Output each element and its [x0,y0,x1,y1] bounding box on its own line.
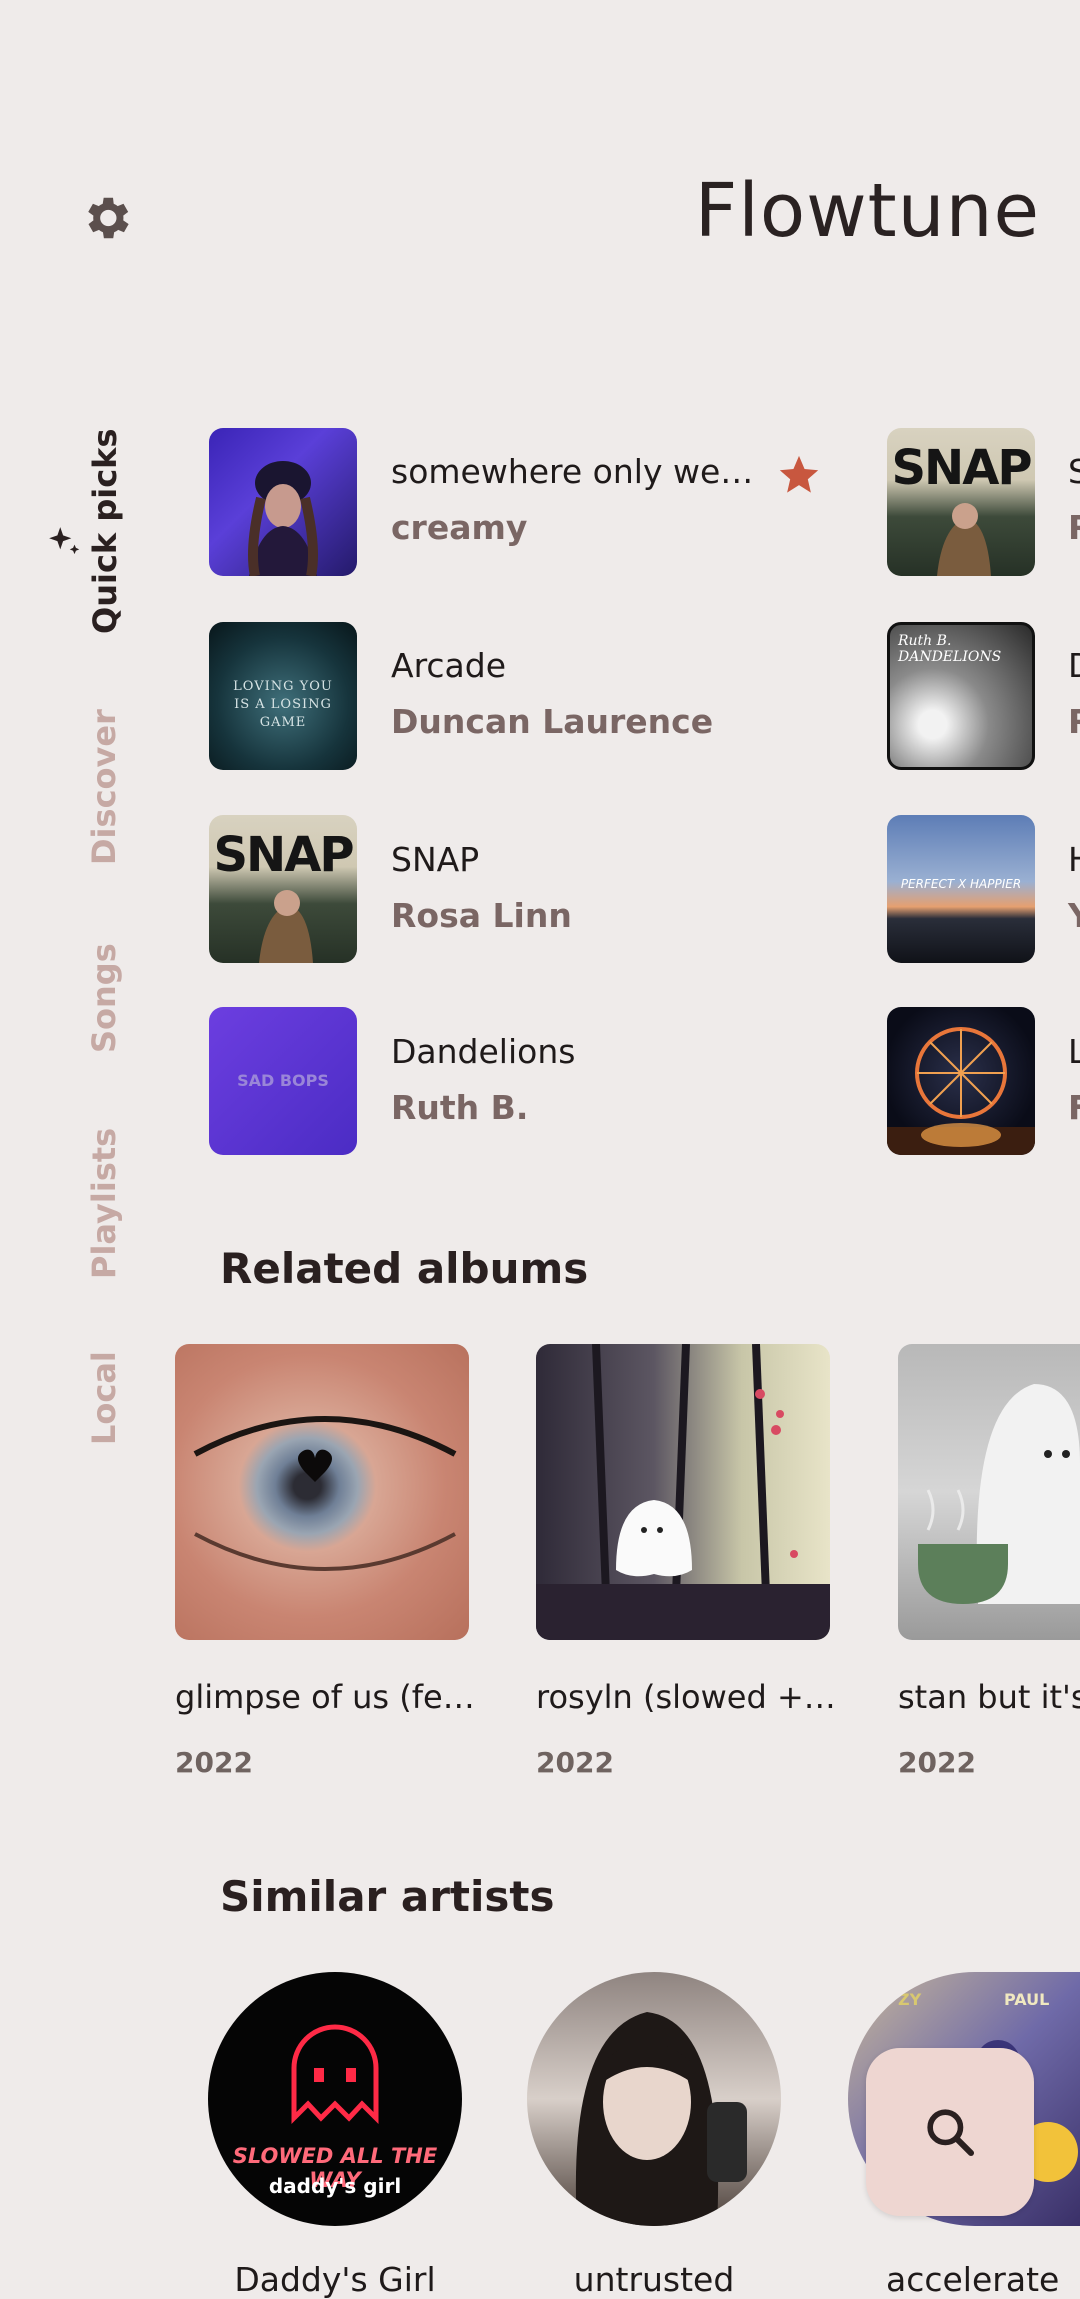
similar-artists-title: Similar artists [220,1872,555,1921]
rail-item-quick-picks[interactable]: Quick picks [86,428,124,634]
song-title: somewhere only we… [391,452,754,491]
album-cover [536,1344,830,1640]
artist-name: untrusted [573,2260,735,2299]
song-title: Arcade [391,646,507,685]
song-cover: PERFECT X HAPPIER [887,815,1035,963]
cover-text: Ruth B. DANDELIONS [898,633,1002,665]
settings-gear-icon[interactable] [78,190,134,246]
rail-item-local[interactable]: Local [85,1351,123,1445]
cover-text: SAD BOPS [237,1071,329,1090]
song-cover: SNAP [887,428,1035,576]
song-cover: Ruth B. DANDELIONS [887,622,1035,770]
song-artist: Y [1068,896,1080,935]
rail-item-discover[interactable]: Discover [85,709,123,865]
album-cover [175,1344,469,1640]
album-year: 2022 [175,1746,253,1779]
song-title: H [1068,840,1080,879]
cover-text: LOVING YOU IS A LOSING GAME [233,679,333,730]
song-artist: F [1068,1088,1080,1127]
song-artist: Rosa Linn [391,896,572,935]
search-icon [927,2109,975,2157]
song-artist: Ruth B. [391,1088,529,1127]
song-title: L [1068,1032,1080,1071]
song-artist: Duncan Laurence [391,702,714,741]
album-year: 2022 [898,1746,976,1779]
related-albums-title: Related albums [220,1244,589,1293]
artist-avatar: SLOWED ALL THE WAY daddy's girl [208,1972,462,2226]
app-title: Flowtune [694,168,1040,254]
album-title: rosyln (slowed +… [536,1678,836,1716]
song-cover [209,428,357,576]
artist-name: accelerate [886,2260,1060,2299]
cover-text: PERFECT X HAPPIER [900,877,1022,891]
cover-text: daddy's girl [268,2174,402,2198]
song-cover: LOVING YOU IS A LOSING GAME [209,622,357,770]
song-cover [887,1007,1035,1155]
album-cover [898,1344,1080,1640]
album-title: stan but it's [898,1678,1080,1716]
song-title: D [1068,646,1080,685]
sparkle-icon [49,527,80,555]
song-artist: creamy [391,508,528,547]
album-title: glimpse of us (fe… [175,1678,475,1716]
search-button[interactable] [866,2048,1034,2216]
song-title: Dandelions [391,1032,576,1071]
artist-name: Daddy's Girl [234,2260,436,2299]
rail-item-playlists[interactable]: Playlists [85,1128,123,1279]
album-year: 2022 [536,1746,614,1779]
song-title: SNAP [391,840,480,879]
rail-item-songs[interactable]: Songs [85,943,123,1053]
song-artist: R [1068,508,1080,547]
song-cover: SNAP [209,815,357,963]
star-icon[interactable] [776,452,822,498]
song-title: S [1068,452,1080,491]
song-artist: R [1068,702,1080,741]
song-cover: SAD BOPS [209,1007,357,1155]
artist-avatar [527,1972,781,2226]
